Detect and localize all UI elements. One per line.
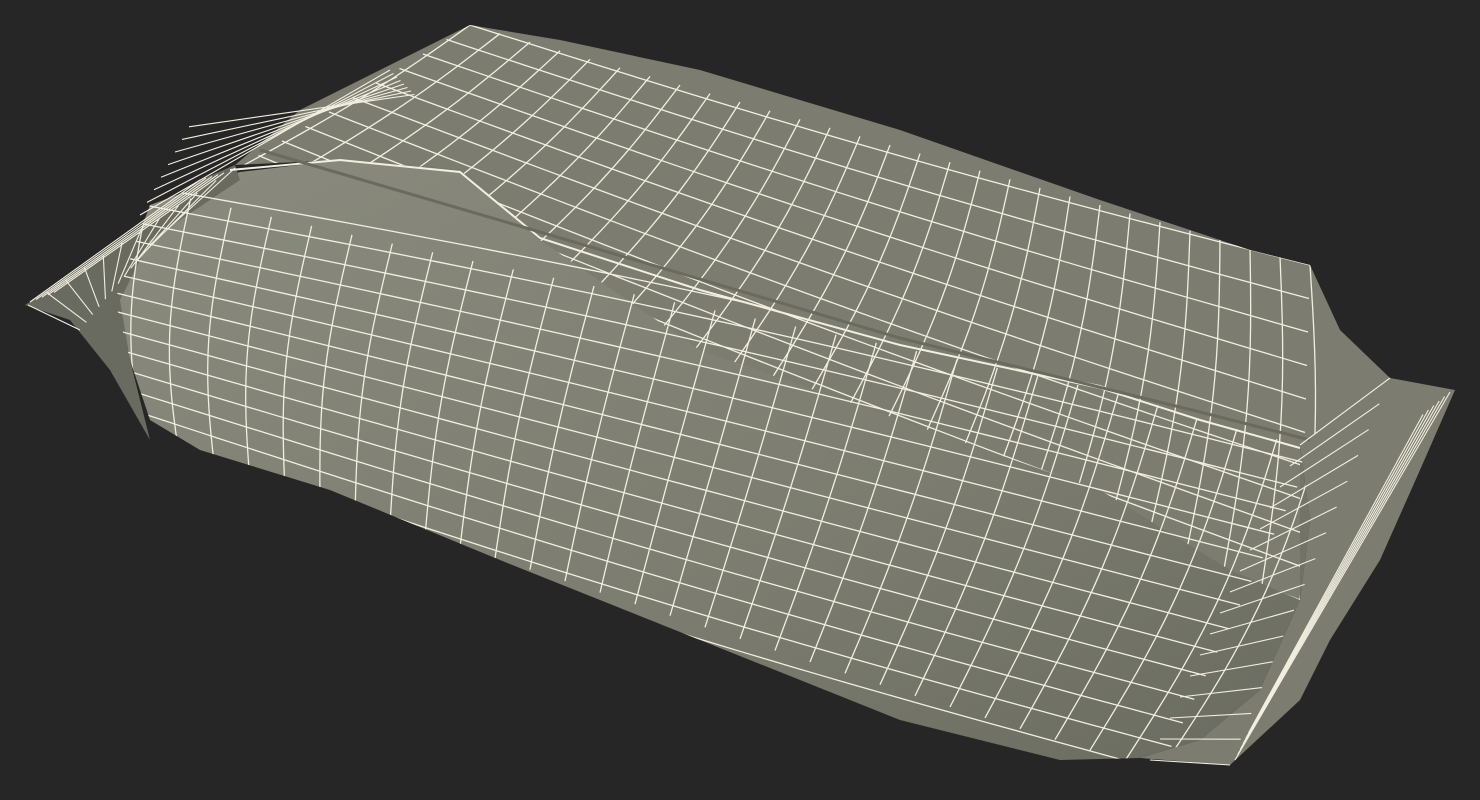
package-bag [25, 25, 1455, 766]
package-wireframe-render [25, 25, 1455, 766]
render-viewport [0, 0, 1480, 800]
